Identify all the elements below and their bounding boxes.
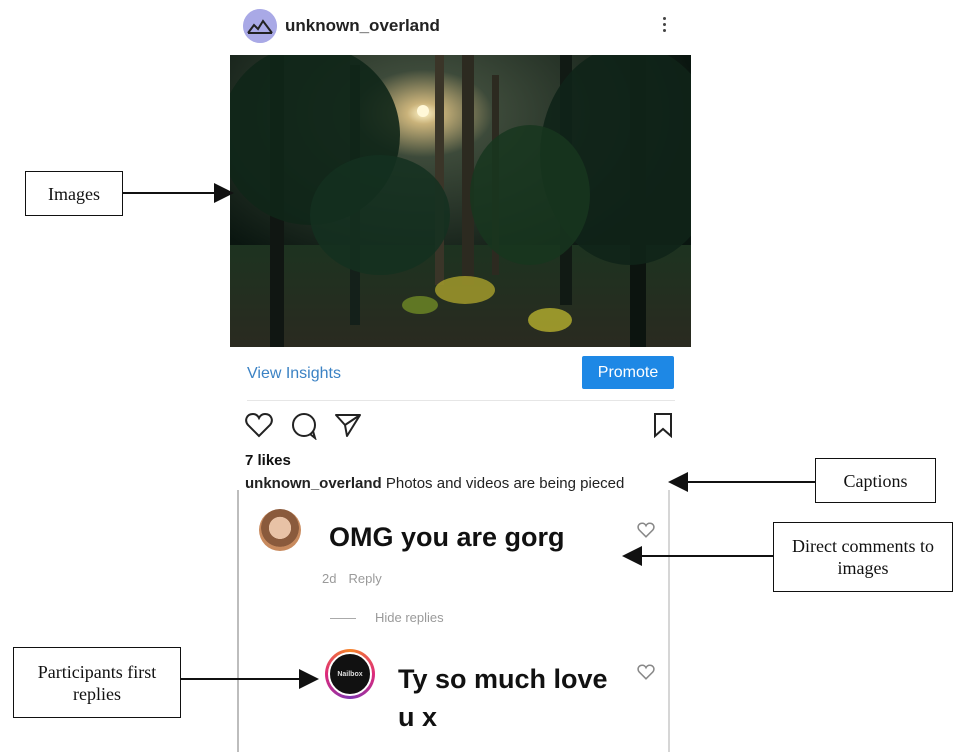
comment-age: 2d	[322, 571, 337, 586]
reply-link[interactable]: Reply	[348, 571, 381, 586]
comments-border-left	[237, 490, 239, 752]
annotation-images: Images	[25, 171, 123, 216]
annotation-captions: Captions	[815, 458, 936, 503]
commenter-avatar[interactable]	[259, 509, 301, 551]
post-image[interactable]	[230, 55, 691, 347]
heart-icon[interactable]	[245, 412, 273, 438]
mountain-logo-icon	[243, 9, 277, 43]
caption-username[interactable]: unknown_overland	[245, 475, 382, 492]
caption: unknown_overland Photos and videos are b…	[245, 475, 624, 492]
share-icon[interactable]	[334, 412, 362, 438]
more-vertical-icon[interactable]	[660, 14, 668, 38]
hide-replies-link[interactable]: Hide replies	[375, 610, 444, 625]
post-username[interactable]: unknown_overland	[285, 16, 440, 36]
profile-avatar[interactable]	[243, 9, 277, 43]
reply-text: Ty so much love u x	[398, 664, 608, 732]
annotation-participants-replies: Participants first replies	[13, 647, 181, 718]
annotation-direct-comments: Direct comments to images	[773, 522, 953, 592]
replies-divider	[330, 618, 356, 619]
bookmark-icon[interactable]	[653, 412, 673, 438]
comments-border-right	[668, 490, 670, 752]
view-insights-link[interactable]: View Insights	[247, 365, 341, 383]
divider	[247, 400, 675, 401]
comment-like-icon[interactable]	[637, 522, 655, 538]
reply-avatar-label: Nailbox	[328, 652, 372, 696]
forest-photo	[230, 55, 691, 347]
reply-avatar[interactable]: Nailbox	[325, 649, 375, 699]
comment-icon[interactable]	[290, 412, 318, 440]
comment-meta: 2d Reply	[322, 571, 382, 586]
reply-like-icon[interactable]	[637, 664, 655, 680]
promote-button[interactable]: Promote	[582, 356, 674, 389]
caption-text: Photos and videos are being pieced	[381, 475, 625, 492]
likes-count[interactable]: 7 likes	[245, 452, 291, 469]
comment-text: OMG you are gorg	[329, 522, 565, 552]
